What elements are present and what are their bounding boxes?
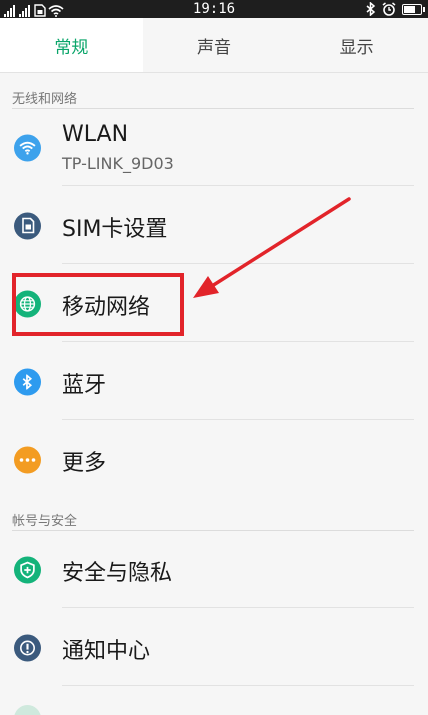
annotation-arrow xyxy=(193,197,351,298)
